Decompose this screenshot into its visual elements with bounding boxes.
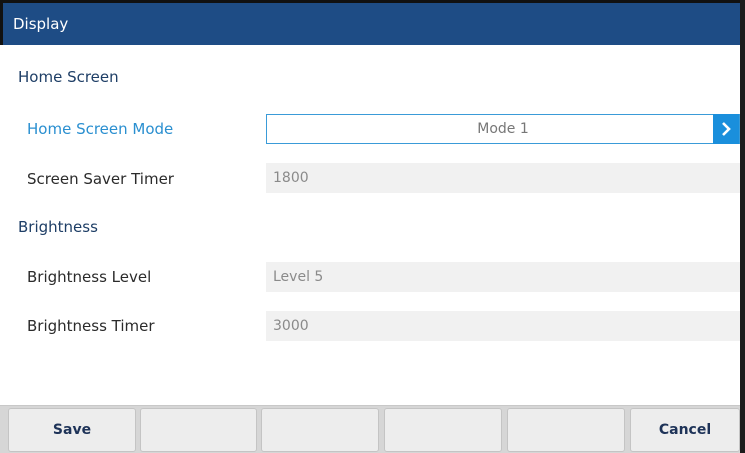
cancel-button[interactable]: Cancel <box>630 408 740 452</box>
brightness-level-field[interactable]: Level 5 <box>266 262 740 292</box>
screen-saver-timer-label: Screen Saver Timer <box>27 170 174 188</box>
save-button[interactable]: Save <box>8 408 136 452</box>
section-header-home-screen: Home Screen <box>18 68 119 86</box>
brightness-timer-label: Brightness Timer <box>27 317 155 335</box>
softkey-empty-2[interactable] <box>261 408 379 452</box>
brightness-timer-field[interactable]: 3000 <box>266 311 740 341</box>
softkey-empty-1[interactable] <box>140 408 257 452</box>
screen-saver-timer-value: 1800 <box>273 170 309 186</box>
home-screen-mode-label: Home Screen Mode <box>27 120 174 138</box>
brightness-level-value: Level 5 <box>273 269 324 285</box>
screen-saver-timer-field[interactable]: 1800 <box>266 163 740 193</box>
brightness-timer-value: 3000 <box>273 318 309 334</box>
chevron-right-icon[interactable] <box>713 114 739 144</box>
home-screen-mode-value: Mode 1 <box>477 121 529 137</box>
section-header-brightness: Brightness <box>18 218 98 236</box>
home-screen-mode-select[interactable]: Mode 1 <box>266 114 740 144</box>
softkey-empty-4[interactable] <box>507 408 625 452</box>
display-screen: Display Home Screen Home Screen Mode Mod… <box>0 0 740 453</box>
page-title: Display <box>13 15 69 33</box>
brightness-level-label: Brightness Level <box>27 268 152 286</box>
softkey-empty-3[interactable] <box>384 408 502 452</box>
title-bar: Display <box>0 0 740 45</box>
softkey-bar: Save Cancel <box>0 405 740 453</box>
